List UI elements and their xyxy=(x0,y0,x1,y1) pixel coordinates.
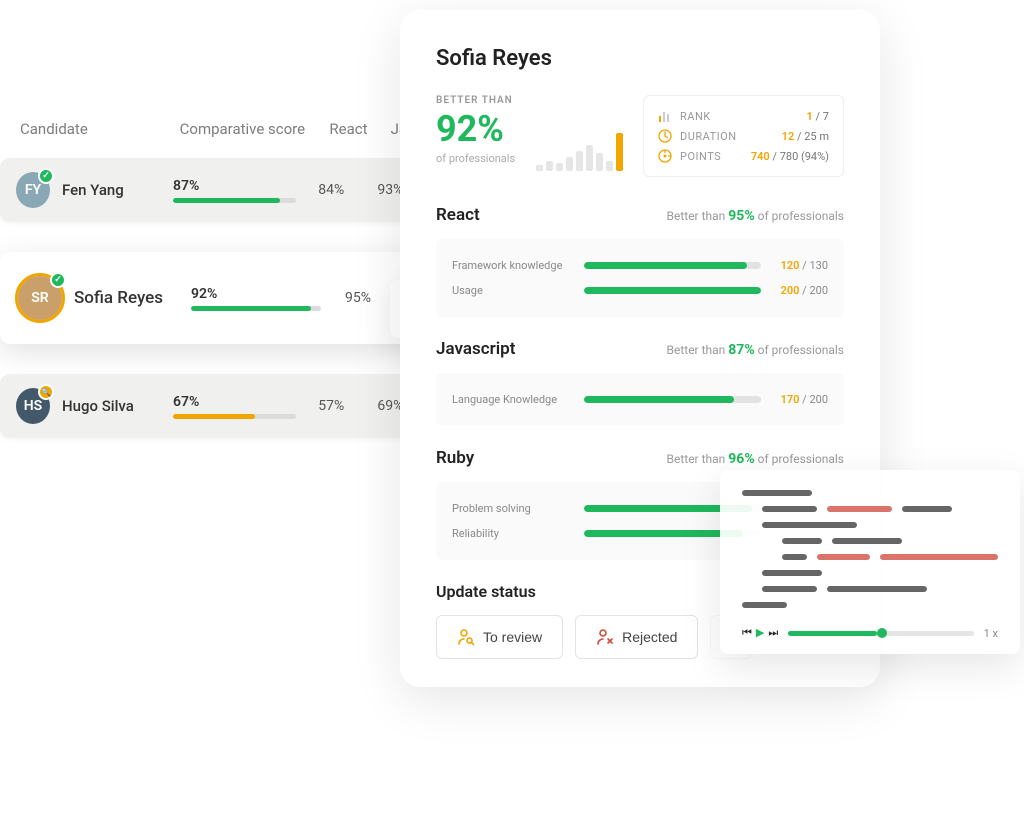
react-score: 95% xyxy=(333,290,383,306)
better-than-box: BETTER THAN 92% of professionals xyxy=(436,95,623,177)
summary-row: BETTER THAN 92% of professionals RANK 1 … xyxy=(436,95,844,177)
stat-rank-label: RANK xyxy=(680,110,799,123)
skill-box: Framework knowledge 120 / 130 Usage 200 … xyxy=(436,239,844,317)
section-title: React xyxy=(436,205,480,225)
avatar: SR xyxy=(18,276,62,320)
skill-bar xyxy=(584,287,761,294)
candidate-name: Hugo Silva xyxy=(62,397,161,415)
header-react: React xyxy=(329,120,378,138)
target-icon xyxy=(658,149,672,163)
candidate-headers: Candidate Comparative score React Javas xyxy=(0,120,430,158)
stat-duration: DURATION 12 / 25 m xyxy=(658,126,829,146)
comparative-score: 87% xyxy=(173,178,296,203)
skill-score: 170 / 200 xyxy=(773,393,828,406)
react-score: 84% xyxy=(308,182,355,198)
candidate-row[interactable]: FY Fen Yang 87% 84% 93% xyxy=(0,158,430,222)
playback-controls: ⏮ ▶ ⏭ 1 x xyxy=(742,626,998,640)
skill-bar xyxy=(584,396,761,403)
to-review-button[interactable]: To review xyxy=(436,615,563,659)
stat-points-label: POINTS xyxy=(680,150,743,163)
rejected-button[interactable]: Rejected xyxy=(575,615,698,659)
stat-points: POINTS 740 / 780 (94%) xyxy=(658,146,829,166)
section-better-than: Better than 87% of professionals xyxy=(667,342,845,358)
bars-icon xyxy=(658,109,672,123)
skill-label: Language Knowledge xyxy=(452,393,572,406)
skill-bar xyxy=(584,262,761,269)
skill-row: Usage 200 / 200 xyxy=(452,278,828,303)
stat-rank: RANK 1 / 7 xyxy=(658,106,829,126)
detail-candidate-name: Sofia Reyes xyxy=(436,46,844,71)
prev-icon[interactable]: ⏮ xyxy=(742,626,752,640)
playback-speed[interactable]: 1 x xyxy=(984,627,998,640)
skill-section: Javascript Better than 87% of profession… xyxy=(436,339,844,426)
skill-score: 200 / 200 xyxy=(773,284,828,297)
avatar: HS xyxy=(16,388,50,424)
skill-score: 120 / 130 xyxy=(773,259,828,272)
candidate-name: Sofia Reyes xyxy=(74,288,179,308)
skill-label: Usage xyxy=(452,284,572,297)
section-title: Ruby xyxy=(436,448,474,468)
stat-points-value: 740 / 780 (94%) xyxy=(751,150,829,163)
stat-duration-label: DURATION xyxy=(680,130,774,143)
check-badge-icon xyxy=(50,272,66,288)
comparative-score: 67% xyxy=(173,394,296,419)
person-reject-icon xyxy=(596,628,614,646)
person-search-icon xyxy=(457,628,475,646)
code-lines xyxy=(742,490,998,608)
code-playback-card: ⏮ ▶ ⏭ 1 x xyxy=(720,470,1020,654)
react-score: 57% xyxy=(308,398,355,414)
clock-icon xyxy=(658,129,672,143)
skill-row: Language Knowledge 170 / 200 xyxy=(452,387,828,412)
distribution-sparkline xyxy=(536,129,623,171)
rejected-label: Rejected xyxy=(622,629,677,645)
comparative-score: 92% xyxy=(191,286,321,311)
stat-rank-value: 1 / 7 xyxy=(807,110,829,123)
stats-box: RANK 1 / 7 DURATION 12 / 25 m POINTS 740… xyxy=(643,95,844,177)
section-title: Javascript xyxy=(436,339,515,359)
section-better-than: Better than 95% of professionals xyxy=(667,208,845,224)
skill-label: Framework knowledge xyxy=(452,259,572,272)
skill-box: Language Knowledge 170 / 200 xyxy=(436,373,844,426)
skill-label: Problem solving xyxy=(452,502,572,515)
better-than-label: BETTER THAN xyxy=(436,95,623,106)
candidate-row[interactable]: HS Hugo Silva 67% 57% 69% xyxy=(0,374,430,438)
check-badge-icon xyxy=(38,168,54,184)
header-candidate: Candidate xyxy=(20,120,168,138)
stat-duration-value: 12 / 25 m xyxy=(782,130,829,143)
play-icon[interactable]: ▶ xyxy=(756,626,764,640)
skill-row: Framework knowledge 120 / 130 xyxy=(452,253,828,278)
skill-section: React Better than 95% of professionals F… xyxy=(436,205,844,317)
candidate-list: Candidate Comparative score React Javas … xyxy=(0,120,430,468)
skill-label: Reliability xyxy=(452,527,572,540)
search-badge-icon xyxy=(38,384,54,400)
section-better-than: Better than 96% of professionals xyxy=(667,451,845,467)
header-score: Comparative score xyxy=(180,120,318,138)
to-review-label: To review xyxy=(483,629,542,645)
playback-track[interactable] xyxy=(788,631,973,636)
candidate-name: Fen Yang xyxy=(62,181,161,199)
avatar: FY xyxy=(16,172,50,208)
next-icon[interactable]: ⏭ xyxy=(768,626,778,640)
